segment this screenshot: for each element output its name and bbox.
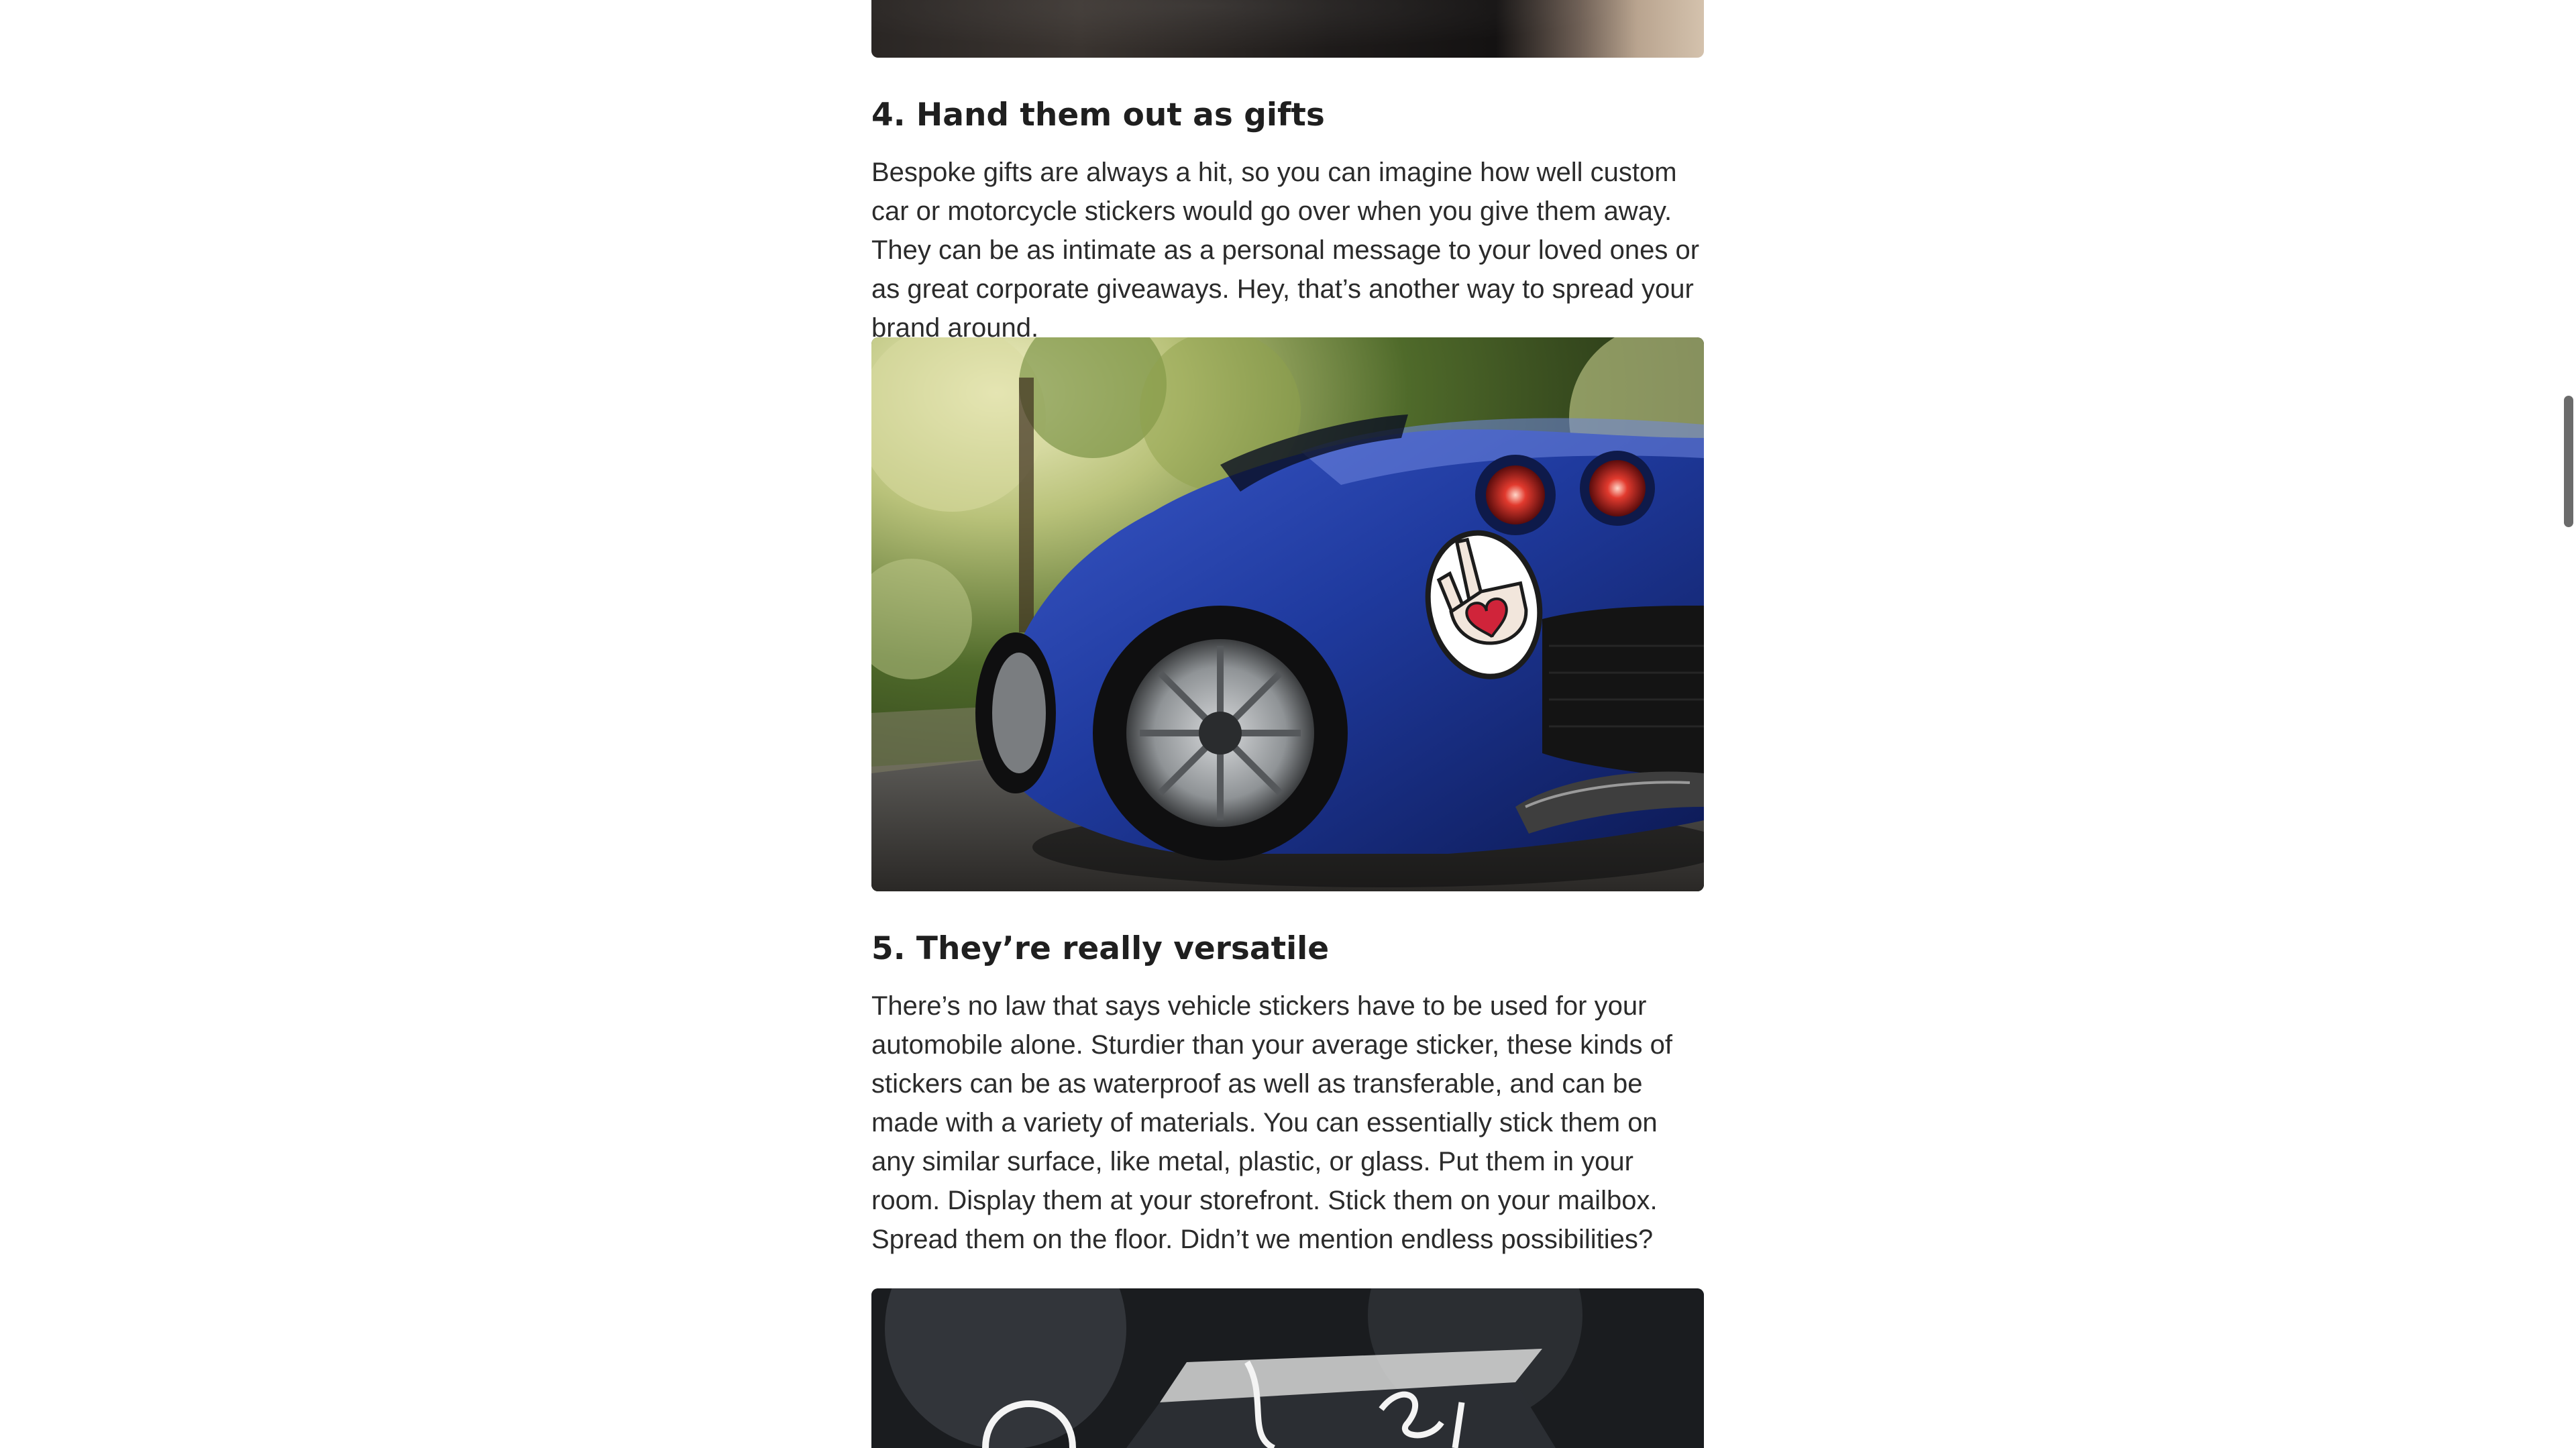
scrollbar-thumb[interactable] <box>2564 396 2573 527</box>
section-heading-versatile: 5. They’re really versatile <box>871 930 1330 967</box>
page-scrollbar[interactable] <box>2561 0 2576 1448</box>
top-image-shading <box>871 0 1704 58</box>
section-paragraph-gifts: Bespoke gifts are always a hit, so you c… <box>871 158 1700 343</box>
car-sticker-image <box>871 337 1704 891</box>
section-paragraph-versatile: There’s no law that says vehicle sticker… <box>871 991 1673 1254</box>
top-article-image <box>871 0 1704 58</box>
bottom-article-image <box>871 1288 1704 1448</box>
section-heading-gifts: 4. Hand them out as gifts <box>871 97 1325 133</box>
